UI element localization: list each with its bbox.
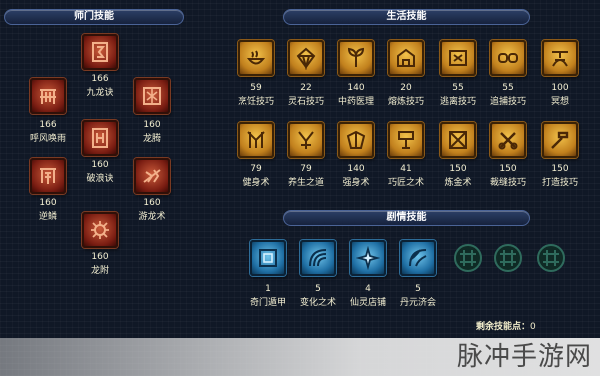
- school-skill-name: 呼风唤雨: [29, 134, 66, 144]
- life-skill-name: 打造技巧: [541, 178, 578, 188]
- smelting-icon: [394, 46, 418, 70]
- school-skill-level: 160: [91, 252, 109, 262]
- school-skill-name: 游龙术: [138, 212, 166, 222]
- life-skill-level: 150: [499, 164, 517, 174]
- life-skill-escape[interactable]: [440, 40, 476, 76]
- life-skill-name: 巧匠之术: [387, 178, 424, 188]
- empty-skill-slot: [533, 240, 569, 276]
- watermark-text: 脉冲手游网: [456, 342, 592, 372]
- qimen-dunjia-icon: [256, 246, 280, 270]
- school-skill-level: 160: [143, 120, 161, 130]
- story-skill-transformation[interactable]: [300, 240, 336, 276]
- story-skill-name: 丹元济会: [399, 298, 436, 308]
- life-skills-header: 生活技能: [283, 9, 530, 25]
- fairy-shop-icon: [356, 246, 380, 270]
- fitness-icon: [244, 128, 268, 152]
- school-skill-nilin[interactable]: [30, 158, 66, 194]
- health-preserving-icon: [294, 128, 318, 152]
- dragon-attach-rune-icon: [88, 218, 112, 242]
- dragon-rune-icon: [88, 40, 112, 64]
- school-skill-youlongshu[interactable]: [134, 158, 170, 194]
- school-skill-longfu[interactable]: [82, 212, 118, 248]
- story-skill-elixir[interactable]: [400, 240, 436, 276]
- remaining-points-value: 0: [530, 322, 536, 332]
- life-skill-alchemy[interactable]: [440, 122, 476, 158]
- empty-skill-slot: [490, 240, 526, 276]
- life-skill-smelting[interactable]: [388, 40, 424, 76]
- school-skill-hufenghuanyu[interactable]: [30, 78, 66, 114]
- elixir-icon: [406, 246, 430, 270]
- life-skills-title: 生活技能: [386, 11, 427, 22]
- school-skill-level: 166: [91, 74, 109, 84]
- locked-slot-icon: [452, 242, 484, 274]
- life-skill-level: 20: [400, 83, 412, 93]
- story-skills-title: 剧情技能: [386, 212, 427, 223]
- life-skill-forging[interactable]: [542, 122, 578, 158]
- wave-rune-icon: [88, 126, 112, 150]
- forging-icon: [548, 128, 572, 152]
- school-skill-level: 166: [39, 120, 57, 130]
- roaming-dragon-rune-icon: [140, 164, 164, 188]
- school-skill-jiulongjue[interactable]: [82, 34, 118, 70]
- reverse-scale-rune-icon: [36, 164, 60, 188]
- locked-slot-icon: [535, 242, 567, 274]
- locked-slot-icon: [492, 242, 524, 274]
- wind-rain-rune-icon: [36, 84, 60, 108]
- school-skills-title: 师门技能: [74, 11, 114, 22]
- story-skills-header: 剧情技能: [283, 210, 530, 226]
- school-skill-level: 160: [91, 160, 109, 170]
- school-skill-longteng[interactable]: [134, 78, 170, 114]
- school-skill-level: 160: [143, 198, 161, 208]
- story-skill-fairy-shop[interactable]: [350, 240, 386, 276]
- alchemy-icon: [446, 128, 470, 152]
- life-skill-level: 55: [502, 83, 514, 93]
- life-skill-level: 150: [551, 164, 569, 174]
- spirit-stone-icon: [294, 46, 318, 70]
- transformation-icon: [306, 246, 330, 270]
- body-strengthening-icon: [344, 128, 368, 152]
- school-skill-level: 160: [39, 198, 57, 208]
- school-skill-name: 逆鳞: [38, 212, 57, 222]
- life-skill-body-strengthening[interactable]: [338, 122, 374, 158]
- school-skills-header: 师门技能: [4, 9, 184, 25]
- story-skill-level: 5: [415, 284, 421, 294]
- dragon-soar-rune-icon: [140, 84, 164, 108]
- life-skill-name: 裁缝技巧: [489, 178, 526, 188]
- meditation-icon: [548, 46, 572, 70]
- life-skill-health-preserving[interactable]: [288, 122, 324, 158]
- pursuit-icon: [496, 46, 520, 70]
- life-skill-level: 41: [400, 164, 412, 174]
- life-skill-herb-medicine[interactable]: [338, 40, 374, 76]
- life-skill-tailoring[interactable]: [490, 122, 526, 158]
- remaining-points-label: 剩余技能点：: [476, 322, 531, 332]
- empty-skill-slot: [450, 240, 486, 276]
- remaining-skill-points: 剩余技能点：0: [476, 322, 536, 333]
- school-skill-polangjue[interactable]: [82, 120, 118, 156]
- life-skill-level: 100: [551, 83, 569, 93]
- craftsman-icon: [394, 128, 418, 152]
- school-skill-name: 九龙诀: [86, 88, 114, 98]
- life-skill-name: 冥想: [550, 97, 569, 107]
- story-skill-qimen-dunjia[interactable]: [250, 240, 286, 276]
- school-skill-name: 龙腾: [142, 134, 161, 144]
- life-skill-name: 追捕技巧: [489, 97, 526, 107]
- school-skill-name: 破浪诀: [86, 174, 114, 184]
- life-skill-pursuit[interactable]: [490, 40, 526, 76]
- escape-icon: [446, 46, 470, 70]
- watermark-strip: 脉冲手游网: [0, 338, 600, 376]
- tailoring-icon: [496, 128, 520, 152]
- life-skill-cooking[interactable]: [238, 40, 274, 76]
- cooking-icon: [244, 46, 268, 70]
- life-skill-meditation[interactable]: [542, 40, 578, 76]
- life-skill-name: 熔炼技巧: [387, 97, 424, 107]
- school-skill-name: 龙附: [90, 266, 109, 276]
- life-skill-fitness[interactable]: [238, 122, 274, 158]
- herb-medicine-icon: [344, 46, 368, 70]
- life-skill-spirit-stone[interactable]: [288, 40, 324, 76]
- life-skill-craftsman[interactable]: [388, 122, 424, 158]
